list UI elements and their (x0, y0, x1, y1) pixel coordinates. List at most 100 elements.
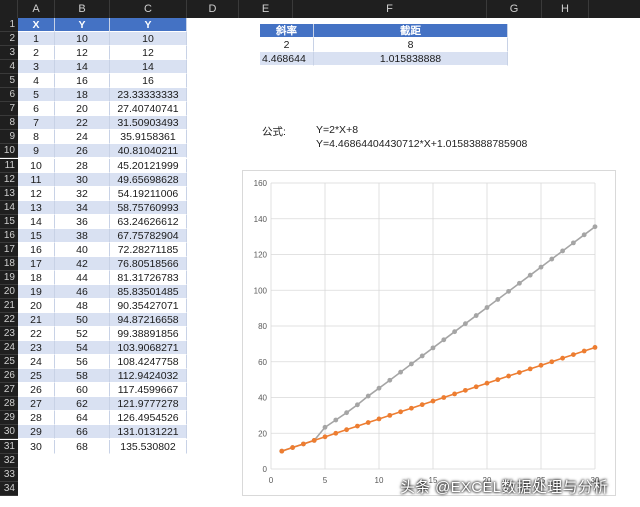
table-cell-y-fitted[interactable]: 14 (110, 60, 187, 75)
row-header-11[interactable]: 11 (0, 158, 18, 173)
slope-cell-1[interactable]: 2 (260, 38, 314, 52)
table-cell-y-fitted[interactable]: 10 (110, 32, 187, 47)
table-cell-x[interactable]: 17 (18, 256, 55, 271)
table-cell-y-fitted[interactable]: 85.83501485 (110, 284, 187, 299)
table-cell-y-fitted[interactable]: 72.28271185 (110, 242, 187, 257)
row-header-23[interactable]: 23 (0, 327, 18, 342)
table-cell-y[interactable]: 58 (55, 369, 110, 384)
table-cell-y[interactable]: 66 (55, 425, 110, 440)
table-cell-y[interactable]: 50 (55, 313, 110, 328)
table-cell-x[interactable]: 16 (18, 242, 55, 257)
table-cell-x[interactable]: 26 (18, 383, 55, 398)
table-cell-y-fitted[interactable]: 45.20121999 (110, 158, 187, 173)
table-cell-y[interactable]: 64 (55, 411, 110, 426)
table-cell-y[interactable]: 30 (55, 172, 110, 187)
table-cell-y-fitted[interactable]: 131.0131221 (110, 425, 187, 440)
table-cell-y[interactable]: 44 (55, 270, 110, 285)
table-cell-y-fitted[interactable]: 12 (110, 46, 187, 61)
row-header-3[interactable]: 3 (0, 46, 18, 61)
row-header-16[interactable]: 16 (0, 228, 18, 243)
table-cell-x[interactable]: 29 (18, 425, 55, 440)
table-cell-x[interactable]: 4 (18, 74, 55, 89)
row-header-17[interactable]: 17 (0, 242, 18, 257)
row-header-26[interactable]: 26 (0, 369, 18, 384)
table-cell-x[interactable]: 14 (18, 214, 55, 229)
row-header-34[interactable]: 34 (0, 481, 18, 496)
table-cell-x[interactable]: 5 (18, 88, 55, 103)
table-cell-x[interactable]: 30 (18, 439, 55, 454)
slope-cell-2[interactable]: 4.468644 (260, 52, 314, 66)
table-cell-y[interactable]: 46 (55, 284, 110, 299)
row-header-6[interactable]: 6 (0, 88, 18, 103)
table-cell-y-fitted[interactable]: 40.81040211 (110, 144, 187, 159)
table-cell-y-fitted[interactable]: 135.530802 (110, 439, 187, 454)
row-header-33[interactable]: 33 (0, 467, 18, 482)
table-cell-y[interactable]: 22 (55, 116, 110, 131)
table-cell-x[interactable]: 1 (18, 32, 55, 47)
table-cell-y-fitted[interactable]: 27.40740741 (110, 102, 187, 117)
table-cell-x[interactable]: 28 (18, 411, 55, 426)
column-header-g[interactable]: G (487, 0, 542, 18)
column-header-c[interactable]: C (110, 0, 187, 18)
table-cell-x[interactable]: 9 (18, 144, 55, 159)
row-header-7[interactable]: 7 (0, 102, 18, 117)
table-cell-y-fitted[interactable]: 63.24626612 (110, 214, 187, 229)
row-header-15[interactable]: 15 (0, 214, 18, 229)
table-cell-y[interactable]: 42 (55, 256, 110, 271)
table-cell-y[interactable]: 24 (55, 130, 110, 145)
column-header-f[interactable]: F (293, 0, 487, 18)
table-cell-y[interactable]: 12 (55, 46, 110, 61)
table-cell-x[interactable]: 18 (18, 270, 55, 285)
table-cell-x[interactable]: 21 (18, 313, 55, 328)
table-cell-y[interactable]: 48 (55, 299, 110, 314)
regression-header-slope[interactable]: 斜率 (260, 24, 314, 38)
row-header-5[interactable]: 5 (0, 74, 18, 89)
table-cell-y[interactable]: 40 (55, 242, 110, 257)
row-header-20[interactable]: 20 (0, 284, 18, 299)
table-cell-x[interactable]: 19 (18, 284, 55, 299)
table-header-x[interactable]: X (18, 18, 55, 33)
table-cell-x[interactable]: 7 (18, 116, 55, 131)
formula-label[interactable]: 公式: (262, 124, 286, 139)
table-cell-y-fitted[interactable]: 108.4247758 (110, 355, 187, 370)
line-chart[interactable]: 0 20 40 60 80 100 120 140 160 0 5 10 15 20 25 30 (242, 170, 616, 496)
table-cell-x[interactable]: 27 (18, 397, 55, 412)
row-header-13[interactable]: 13 (0, 186, 18, 201)
table-cell-x[interactable]: 12 (18, 186, 55, 201)
row-header-12[interactable]: 12 (0, 172, 18, 187)
formula-line-2[interactable]: Y=4.46864404430712*X+1.01583888785908 (316, 138, 527, 150)
table-cell-y-fitted[interactable]: 117.4599667 (110, 383, 187, 398)
row-header-31[interactable]: 31 (0, 439, 18, 454)
row-header-30[interactable]: 30 (0, 425, 18, 440)
row-header-18[interactable]: 18 (0, 256, 18, 271)
row-header-21[interactable]: 21 (0, 299, 18, 314)
row-header-19[interactable]: 19 (0, 270, 18, 285)
table-cell-y[interactable]: 20 (55, 102, 110, 117)
table-cell-y-fitted[interactable]: 112.9424032 (110, 369, 187, 384)
table-cell-y[interactable]: 34 (55, 200, 110, 215)
table-cell-y[interactable]: 14 (55, 60, 110, 75)
regression-header-intercept[interactable]: 截距 (314, 24, 508, 38)
table-cell-y-fitted[interactable]: 90.35427071 (110, 299, 187, 314)
table-cell-y[interactable]: 56 (55, 355, 110, 370)
table-cell-y[interactable]: 36 (55, 214, 110, 229)
row-header-9[interactable]: 9 (0, 130, 18, 145)
row-header-29[interactable]: 29 (0, 411, 18, 426)
table-cell-y[interactable]: 16 (55, 74, 110, 89)
table-cell-y[interactable]: 26 (55, 144, 110, 159)
row-header-10[interactable]: 10 (0, 144, 18, 159)
table-cell-y[interactable]: 52 (55, 327, 110, 342)
table-header-y[interactable]: Y (55, 18, 110, 33)
table-cell-x[interactable]: 20 (18, 299, 55, 314)
table-cell-y-fitted[interactable]: 81.31726783 (110, 270, 187, 285)
table-cell-x[interactable]: 8 (18, 130, 55, 145)
table-header-y-pred[interactable]: Y (110, 18, 187, 33)
table-cell-y-fitted[interactable]: 67.75782904 (110, 228, 187, 243)
row-header-28[interactable]: 28 (0, 397, 18, 412)
table-cell-y-fitted[interactable]: 35.9158361 (110, 130, 187, 145)
column-header-b[interactable]: B (55, 0, 110, 18)
table-cell-y-fitted[interactable]: 54.19211006 (110, 186, 187, 201)
table-cell-x[interactable]: 24 (18, 355, 55, 370)
table-cell-y-fitted[interactable]: 94.87216658 (110, 313, 187, 328)
table-cell-x[interactable]: 25 (18, 369, 55, 384)
